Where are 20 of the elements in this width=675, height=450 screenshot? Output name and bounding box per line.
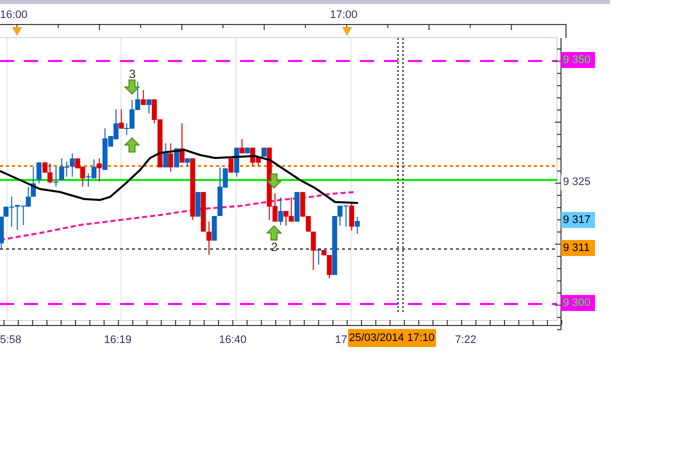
time-label: 5:58 (0, 333, 22, 348)
down-arrow-icon (266, 174, 282, 189)
time-label: 17:00 (330, 8, 358, 23)
time-label: 16:00 (0, 8, 28, 23)
time-marker-icon (12, 27, 22, 36)
cursor-time-label: 25/03/2014 17:10 (348, 329, 436, 347)
down-arrow-icon (124, 80, 140, 95)
signal-label: 3 (129, 68, 136, 80)
price-label: 9 317 (561, 212, 595, 228)
up-arrow-icon (266, 225, 282, 240)
up-arrow-icon (124, 137, 140, 152)
time-marker-icon (342, 27, 352, 36)
signal-label: 2 (271, 241, 278, 253)
time-label: 16:40 (219, 333, 247, 348)
time-label: 17 (335, 333, 348, 348)
price-label: 9 311 (561, 240, 595, 256)
price-label: 9 300 (561, 295, 595, 311)
time-label: 7:22 (455, 333, 476, 348)
price-label: 9 350 (561, 52, 595, 68)
time-label: 16:19 (104, 333, 132, 348)
